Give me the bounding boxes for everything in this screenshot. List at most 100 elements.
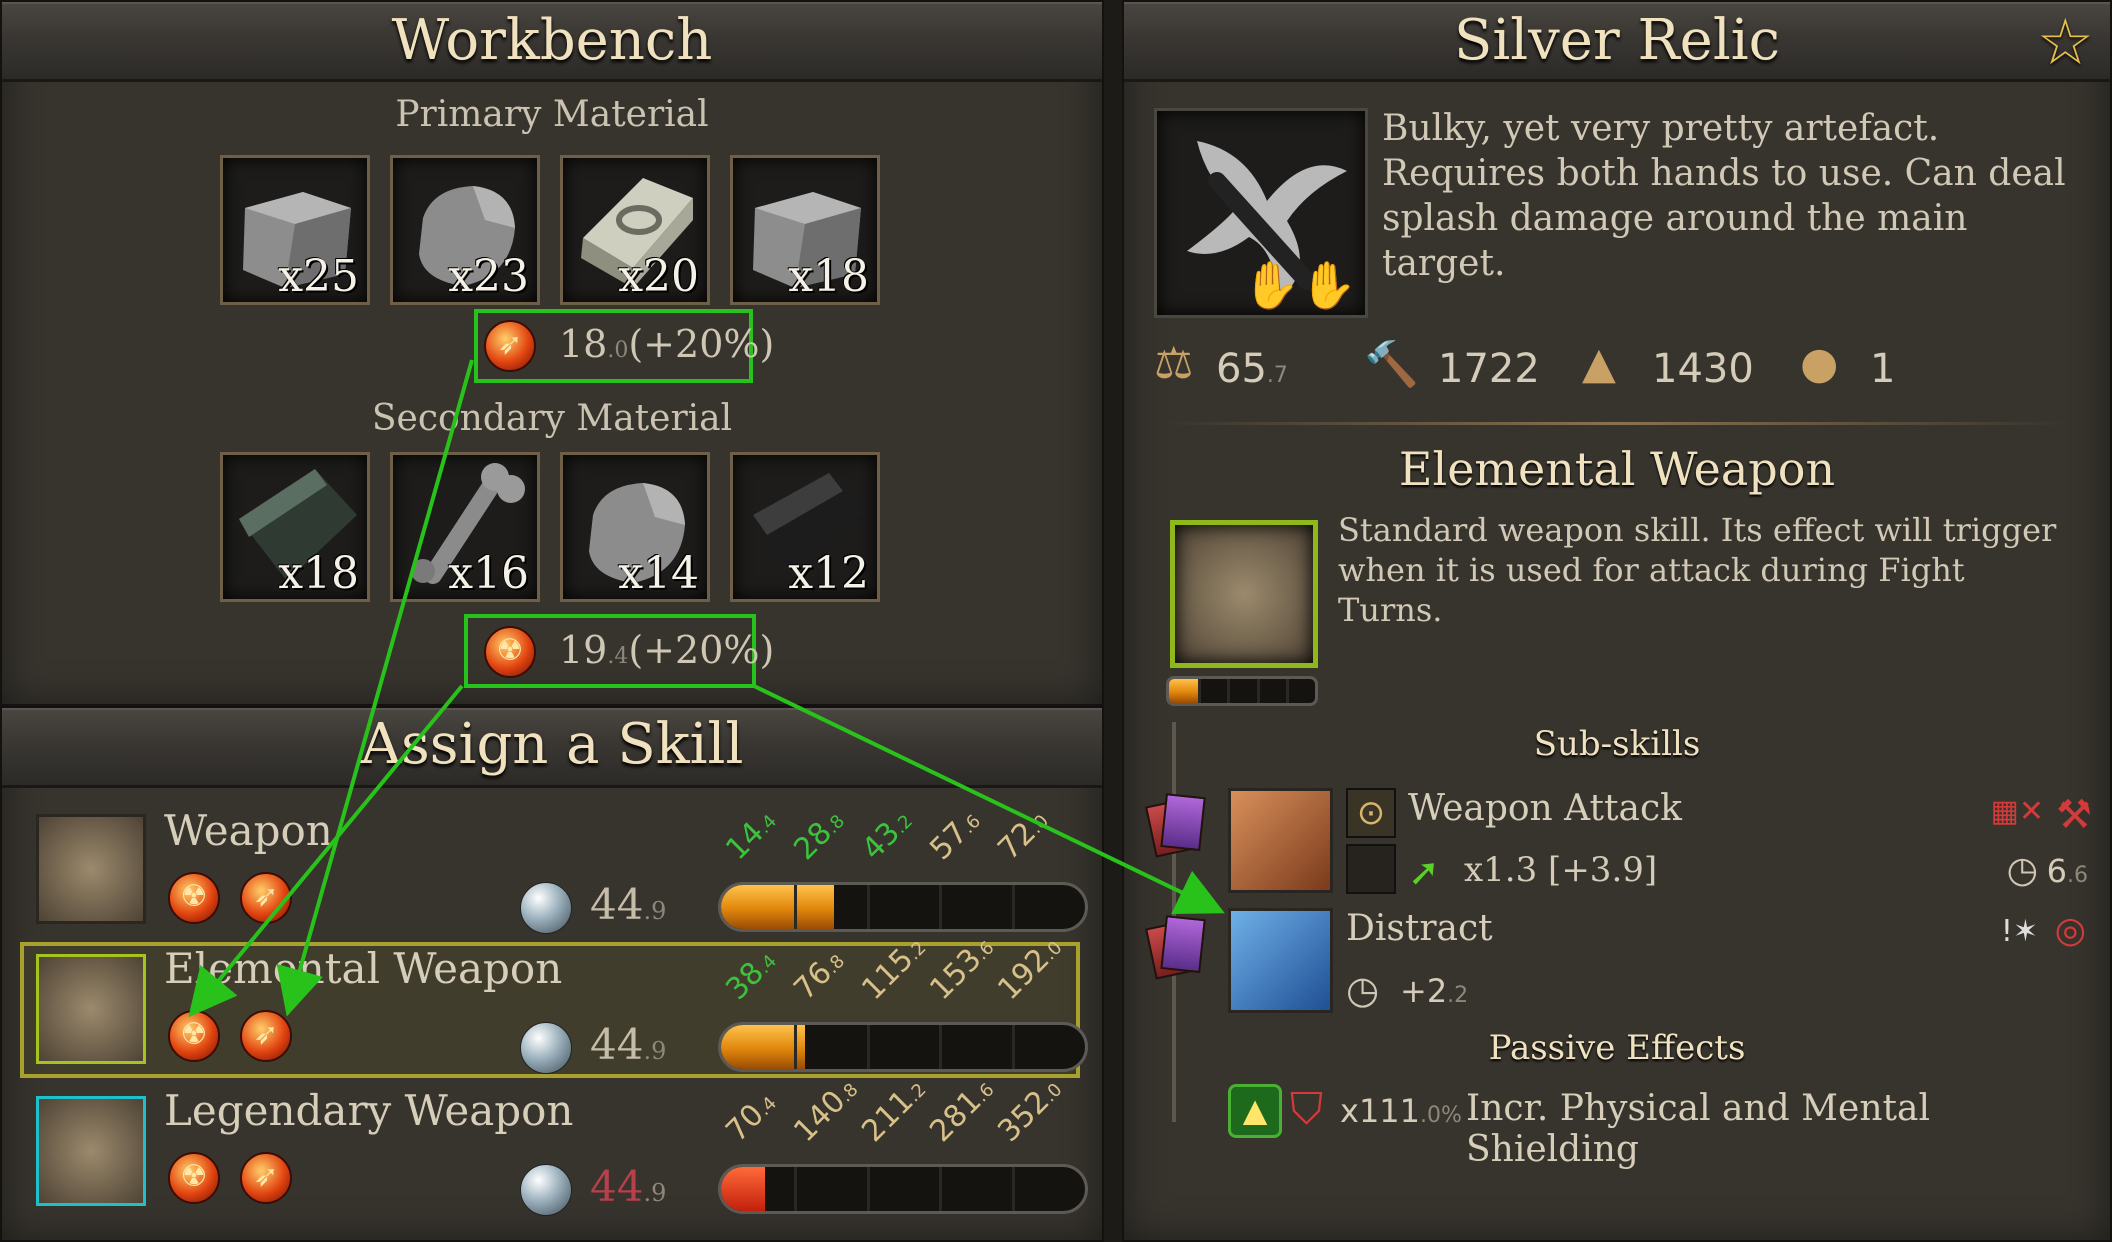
slot-count: x14	[618, 548, 699, 599]
weight-icon: ⚖	[1154, 338, 1194, 389]
fire-arrow-element-icon: ➶	[240, 1152, 292, 1204]
bar-segment	[939, 1167, 943, 1211]
skill-row-legendary-weapon[interactable]: Legendary Weapon ☢ ➶ 44.9 70.4 140.8 211.2…	[18, 1079, 1088, 1222]
bar-segment	[1227, 679, 1231, 703]
primary-slot-2[interactable]: x23	[390, 155, 540, 305]
bar-fill	[721, 1167, 765, 1211]
two-handed-icon: ✋✋	[1242, 258, 1357, 312]
skill-title: Elemental Weapon	[1398, 442, 1836, 496]
secondary-slot-2[interactable]: x16	[390, 452, 540, 602]
slot-count: x12	[788, 548, 869, 599]
mana-orb-icon	[520, 882, 572, 934]
assign-skill-title: Assign a Skill	[360, 712, 744, 777]
workbench-panel: Workbench Primary Material x25 x23 x20 x…	[0, 0, 1104, 706]
target-grid-icon: ▦✕	[1990, 794, 2044, 829]
hammer-icon: 🔨	[1364, 339, 1419, 390]
threshold-tick: 70.4	[719, 1092, 782, 1149]
secondary-slot-3[interactable]: x14	[560, 452, 710, 602]
skill-description: Standard weapon skill. Its effect will t…	[1338, 511, 2057, 629]
bar-fill	[721, 885, 834, 929]
passive-effect-text: Incr. Physical and Mental Shielding	[1466, 1088, 1930, 1170]
relic-quantity: 1	[1870, 346, 1896, 392]
skill-progress-bar	[718, 1164, 1088, 1214]
mana-cost: 44.9	[590, 880, 667, 929]
relic-title: Silver Relic	[1453, 8, 1781, 73]
bar-fill	[1169, 679, 1199, 703]
relic-weight: 65.7	[1216, 346, 1288, 392]
subskill-name: Distract	[1346, 908, 1493, 949]
subskill-multiplier: x1.3 [+3.9]	[1464, 850, 1658, 890]
bar-segment	[866, 885, 870, 929]
section-divider	[1164, 422, 2070, 425]
primary-stat: 18.0(+20%)	[559, 322, 775, 366]
threshold-tick: 211.2	[855, 1079, 931, 1149]
slot-count: x16	[448, 548, 529, 599]
level-up-icon: ▲	[1228, 1084, 1282, 1138]
owl-icon: ⊙	[1346, 788, 1396, 838]
bar-segment	[1012, 1025, 1016, 1069]
skill-row-weapon[interactable]: Weapon ☢ ➶ 44.9 14.4 28.8 43.2 57.6 72.0	[18, 804, 1088, 940]
threshold-tick: 28.8	[787, 810, 850, 867]
relic-value: 1430	[1652, 346, 1754, 392]
gold-bars-icon: ▲	[1582, 338, 1616, 389]
weapon-attack-skill-icon[interactable]	[1228, 788, 1333, 893]
skill-row-elemental-weapon[interactable]: Elemental Weapon ☢ ➶ 44.9 38.4 76.8 115.2 1…	[18, 937, 1088, 1080]
slot-count: x20	[618, 251, 699, 302]
fire-arrow-element-icon: ➶	[240, 872, 292, 924]
voodoo-doll-portrait	[36, 954, 146, 1064]
shield-icon: ⛉	[1290, 1084, 1323, 1135]
bar-segment	[793, 1167, 797, 1211]
cooldown-clock-icon: ◷	[2006, 850, 2038, 891]
bar-segment	[1256, 679, 1260, 703]
mana-cost: 44.9	[590, 1162, 667, 1211]
empty-slot	[1346, 844, 1396, 894]
fire-radiation-element-icon: ☢	[168, 1010, 220, 1062]
elemental-weapon-skill-icon	[1170, 520, 1318, 668]
skill-level-bar	[1166, 676, 1318, 706]
threshold-tick: 38.4	[719, 950, 782, 1007]
subskill-name: Weapon Attack	[1408, 788, 1682, 829]
relic-attack: 1722	[1438, 346, 1540, 392]
timer-icon: ◷	[1346, 968, 1380, 1012]
assign-skill-panel: Assign a Skill Weapon ☢ ➶ 44.9 14.4 28.8 4…	[0, 706, 1104, 1242]
money-bag-icon: ●	[1800, 338, 1839, 389]
skill-name: Elemental Weapon	[164, 944, 563, 993]
voodoo-doll-portrait	[36, 1096, 146, 1206]
bar-segment	[866, 1167, 870, 1211]
threshold-tick: 57.6	[923, 810, 986, 867]
bar-segment	[1285, 679, 1289, 703]
bar-segment	[1012, 885, 1016, 929]
bar-segment	[1012, 1167, 1016, 1211]
relic-description: Bulky, yet very pretty artefact. Require…	[1382, 108, 2066, 284]
slot-count: x18	[278, 548, 359, 599]
relic-panel: Silver Relic ☆ ✋✋ Bulky, yet very pretty…	[1122, 0, 2112, 1242]
primary-slot-1[interactable]: x25	[220, 155, 370, 305]
threshold-tick: 14.4	[719, 810, 782, 867]
slot-count: x23	[448, 251, 529, 302]
stun-icon: !✶	[2000, 914, 2038, 949]
skill-cards-icon	[1145, 920, 1195, 980]
skill-progress-bar	[718, 1022, 1088, 1072]
primary-slot-3[interactable]: x20	[560, 155, 710, 305]
threshold-tick: 72.0	[991, 810, 1054, 867]
slot-count: x25	[278, 251, 359, 302]
bar-segment	[939, 885, 943, 929]
threshold-tick: 281.6	[923, 1079, 999, 1149]
skill-progress-bar	[718, 882, 1088, 932]
fire-radiation-element-icon: ☢	[168, 1152, 220, 1204]
bar-segment	[939, 1025, 943, 1069]
subskill-cooldown: 6.6	[2046, 852, 2088, 890]
secondary-slot-1[interactable]: x18	[220, 452, 370, 602]
threshold-tick: 43.2	[855, 810, 918, 867]
red-hammer-icon: ⚒	[2056, 792, 2092, 838]
slot-count: x18	[788, 251, 869, 302]
primary-slot-4[interactable]: x18	[730, 155, 880, 305]
favorite-star-icon[interactable]: ☆	[2037, 6, 2094, 80]
mana-orb-icon	[520, 1164, 572, 1216]
bar-segment	[1198, 679, 1202, 703]
distract-skill-icon[interactable]	[1228, 908, 1333, 1013]
passive-effects-label: Passive Effects	[1488, 1028, 1746, 1068]
mana-orb-icon	[520, 1022, 572, 1074]
secondary-slot-4[interactable]: x12	[730, 452, 880, 602]
threshold-tick: 76.8	[787, 950, 850, 1007]
